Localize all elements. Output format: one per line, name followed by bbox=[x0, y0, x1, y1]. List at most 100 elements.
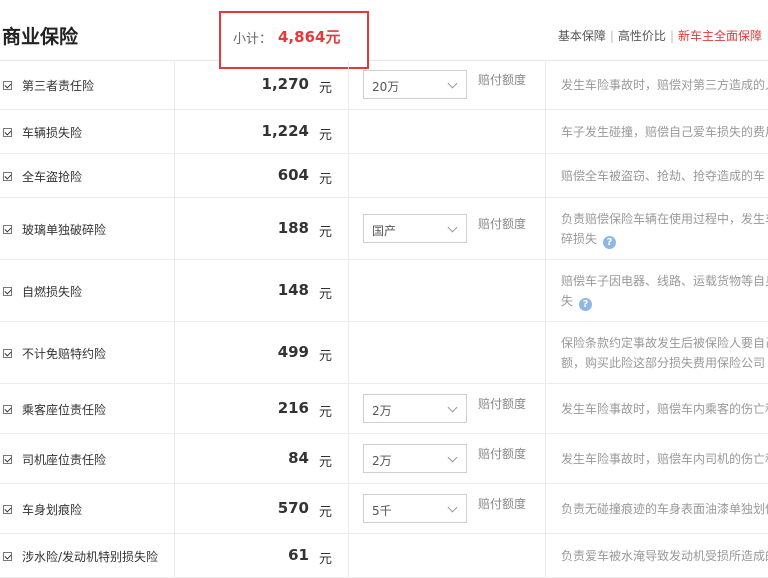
price-unit: 元 bbox=[319, 81, 333, 96]
coverage-select[interactable]: 5千 bbox=[363, 494, 467, 523]
table-row: 乘客座位责任险 216 元 2万 赔付额度 发生车险事故时，赔偿车内乘客的伤亡和 bbox=[0, 384, 768, 434]
insurance-checkbox[interactable] bbox=[3, 455, 12, 464]
description-line: 负责爱车被水淹导致发动机受损所造成的 bbox=[561, 546, 768, 566]
coverage-label: 赔付额度 bbox=[478, 447, 527, 461]
description-text: 发生车险事故时，赔偿对第三方造成的人 bbox=[561, 78, 768, 92]
insurance-name: 玻璃单独破碎险 bbox=[22, 223, 107, 237]
insurance-checkbox[interactable] bbox=[3, 349, 12, 358]
description-line: 失? bbox=[561, 291, 768, 311]
insurance-description: 赔偿全车被盗窃、抢劫、抢夺造成的车 bbox=[561, 166, 768, 186]
insurance-checkbox[interactable] bbox=[3, 225, 12, 234]
insurance-checkbox[interactable] bbox=[3, 81, 12, 90]
column-divider bbox=[545, 322, 546, 383]
coverage-select-value: 2万 bbox=[372, 404, 392, 418]
chevron-down-icon bbox=[447, 452, 458, 463]
plan-link-basic[interactable]: 基本保障 bbox=[558, 29, 606, 43]
coverage-label: 赔付额度 bbox=[478, 397, 527, 411]
price-unit: 元 bbox=[319, 172, 333, 187]
header: 商业保险 小计： 4,864元 基本保障 | 高性价比 | 新车主全面保障 bbox=[0, 0, 768, 69]
column-divider bbox=[348, 534, 349, 577]
column-divider bbox=[545, 61, 546, 109]
insurance-name: 涉水险/发动机特别损失险 bbox=[22, 550, 159, 564]
description-text: 车子发生碰撞，赔偿自己爱车损失的费用 bbox=[561, 125, 768, 139]
insurance-description: 负责爱车被水淹导致发动机受损所造成的 bbox=[561, 546, 768, 566]
insurance-name: 自燃损失险 bbox=[22, 285, 83, 299]
description-text: 发生车险事故时，赔偿车内乘客的伤亡和 bbox=[561, 402, 768, 416]
description-line: 额，购买此险这部分损失费用保险公司 bbox=[561, 353, 768, 373]
insurance-description: 负责无碰撞痕迹的车身表面油漆单独划伤 bbox=[561, 499, 768, 519]
description-text: 赔偿全车被盗窃、抢劫、抢夺造成的车 bbox=[561, 169, 766, 183]
description-line: 负责无碰撞痕迹的车身表面油漆单独划伤 bbox=[561, 499, 768, 519]
insurance-description: 负责赔偿保险车辆在使用过程中，发生车 碎损失? bbox=[561, 209, 768, 249]
insurance-name: 乘客座位责任险 bbox=[22, 403, 107, 417]
help-icon[interactable]: ? bbox=[579, 298, 593, 311]
table-row: 不计免赔特约险 499 元 保险条款约定事故发生后被保险人要自己 额，购买此险这部分损失… bbox=[0, 322, 768, 384]
coverage-select[interactable]: 20万 bbox=[363, 70, 467, 99]
description-line: 碎损失? bbox=[561, 229, 768, 249]
insurance-checkbox[interactable] bbox=[3, 552, 12, 561]
insurance-price: 604 bbox=[277, 166, 309, 184]
insurance-price: 61 bbox=[288, 546, 309, 564]
insurance-price: 1,270 bbox=[261, 75, 309, 93]
insurance-name: 全车盗抢险 bbox=[22, 170, 83, 184]
column-divider bbox=[545, 260, 546, 321]
insurance-price: 84 bbox=[288, 449, 309, 467]
column-divider bbox=[348, 260, 349, 321]
insurance-checkbox[interactable] bbox=[3, 287, 12, 296]
plan-link-value[interactable]: 高性价比 bbox=[618, 29, 666, 43]
coverage-select[interactable]: 2万 bbox=[363, 394, 467, 423]
description-line: 发生车险事故时，赔偿车内乘客的伤亡和 bbox=[561, 399, 768, 419]
column-divider bbox=[348, 154, 349, 197]
coverage-label: 赔付额度 bbox=[478, 497, 527, 511]
insurance-description: 车子发生碰撞，赔偿自己爱车损失的费用 bbox=[561, 122, 768, 142]
description-text: 赔偿车子因电器、线路、运载货物等自身 bbox=[561, 274, 768, 288]
description-line: 车子发生碰撞，赔偿自己爱车损失的费用 bbox=[561, 122, 768, 142]
description-line: 保险条款约定事故发生后被保险人要自己 bbox=[561, 333, 768, 353]
description-text: 保险条款约定事故发生后被保险人要自己 bbox=[561, 336, 768, 350]
description-text: 额，购买此险这部分损失费用保险公司 bbox=[561, 356, 766, 370]
insurance-name: 司机座位责任险 bbox=[22, 453, 107, 467]
column-divider bbox=[174, 198, 175, 259]
coverage-select-value: 国产 bbox=[372, 224, 397, 238]
insurance-name: 第三者责任险 bbox=[22, 79, 95, 93]
column-divider bbox=[348, 61, 349, 109]
insurance-checkbox[interactable] bbox=[3, 405, 12, 414]
column-divider bbox=[348, 110, 349, 153]
column-divider bbox=[348, 198, 349, 259]
price-unit: 元 bbox=[319, 455, 333, 470]
column-divider bbox=[174, 384, 175, 433]
help-icon[interactable]: ? bbox=[603, 236, 617, 249]
page-title: 商业保险 bbox=[2, 26, 79, 48]
column-divider bbox=[545, 154, 546, 197]
column-divider bbox=[174, 534, 175, 577]
insurance-checkbox[interactable] bbox=[3, 505, 12, 514]
insurance-checkbox[interactable] bbox=[3, 172, 12, 181]
insurance-table: 第三者责任险 1,270 元 20万赔付额度 发生车险事故时，赔偿对第三方造成的人车辆损… bbox=[0, 61, 768, 578]
table-row: 涉水险/发动机特别损失险 61 元 负责爱车被水淹导致发动机受损所造成的 bbox=[0, 534, 768, 578]
description-text: 负责爱车被水淹导致发动机受损所造成的 bbox=[561, 549, 768, 563]
price-unit: 元 bbox=[319, 505, 333, 520]
plan-link-full[interactable]: 新车主全面保障 bbox=[678, 29, 762, 43]
column-divider bbox=[545, 484, 546, 533]
coverage-label: 赔付额度 bbox=[478, 217, 527, 231]
column-divider bbox=[174, 322, 175, 383]
insurance-description: 发生车险事故时，赔偿车内乘客的伤亡和 bbox=[561, 399, 768, 419]
coverage-select[interactable]: 2万 bbox=[363, 444, 467, 473]
chevron-down-icon bbox=[447, 222, 458, 233]
insurance-price: 1,224 bbox=[261, 122, 309, 140]
description-line: 赔偿车子因电器、线路、运载货物等自身 bbox=[561, 271, 768, 291]
column-divider bbox=[545, 434, 546, 483]
insurance-description: 赔偿车子因电器、线路、运载货物等自身失? bbox=[561, 271, 768, 311]
column-divider bbox=[174, 434, 175, 483]
column-divider bbox=[174, 61, 175, 109]
coverage-select[interactable]: 国产 bbox=[363, 214, 467, 243]
description-text: 负责赔偿保险车辆在使用过程中，发生车 bbox=[561, 212, 768, 226]
insurance-price: 188 bbox=[277, 219, 309, 237]
column-divider bbox=[348, 434, 349, 483]
column-divider bbox=[174, 110, 175, 153]
column-divider bbox=[348, 484, 349, 533]
table-row: 车辆损失险 1,224 元 车子发生碰撞，赔偿自己爱车损失的费用 bbox=[0, 110, 768, 154]
description-text: 碎损失 bbox=[561, 232, 598, 246]
insurance-checkbox[interactable] bbox=[3, 128, 12, 137]
insurance-name: 不计免赔特约险 bbox=[22, 347, 107, 361]
